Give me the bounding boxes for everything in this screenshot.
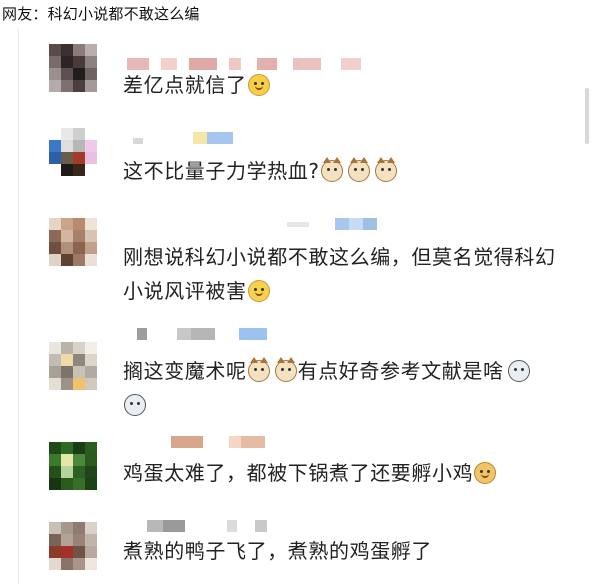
comment-text: 鸡蛋太难了，都被下锅煮了还要孵小鸡 <box>123 456 593 490</box>
avatar[interactable] <box>49 218 97 266</box>
doge-emoji <box>474 462 497 484</box>
cat-emoji <box>320 157 343 182</box>
cat-emoji <box>374 157 397 182</box>
husky-emoji <box>124 394 146 416</box>
comment-text: 搁这变魔术呢 有点好奇参考文献是啥 <box>123 354 593 422</box>
comment-text: 刚想说科幻小说都不敢这么编，但莫名觉得科幻 小说风评被害 <box>123 245 556 303</box>
avatar[interactable] <box>49 44 97 92</box>
laugh-emoji <box>247 280 270 302</box>
smile-emoji <box>247 74 270 96</box>
avatar[interactable] <box>49 128 97 176</box>
comment-list[interactable]: 差亿点就信了 这不比量子力学热血? 刚想说科幻小说都不敢这么编，但莫名觉得科幻 … <box>18 28 589 584</box>
avatar[interactable] <box>49 342 97 390</box>
cat-emoji <box>247 357 270 382</box>
comment-text: 煮熟的鸭子飞了，煮熟的鸡蛋孵了 <box>123 539 432 563</box>
comment-text: 这不比量子力学热血? <box>123 154 593 188</box>
avatar[interactable] <box>49 442 97 490</box>
cat-emoji <box>347 157 370 182</box>
cat-emoji <box>274 357 297 382</box>
avatar[interactable] <box>49 522 97 570</box>
husky-emoji <box>507 360 530 382</box>
caption: 网友：科幻小说都不敢这么编 <box>2 5 200 23</box>
comment-text: 差亿点就信了 <box>123 68 593 102</box>
